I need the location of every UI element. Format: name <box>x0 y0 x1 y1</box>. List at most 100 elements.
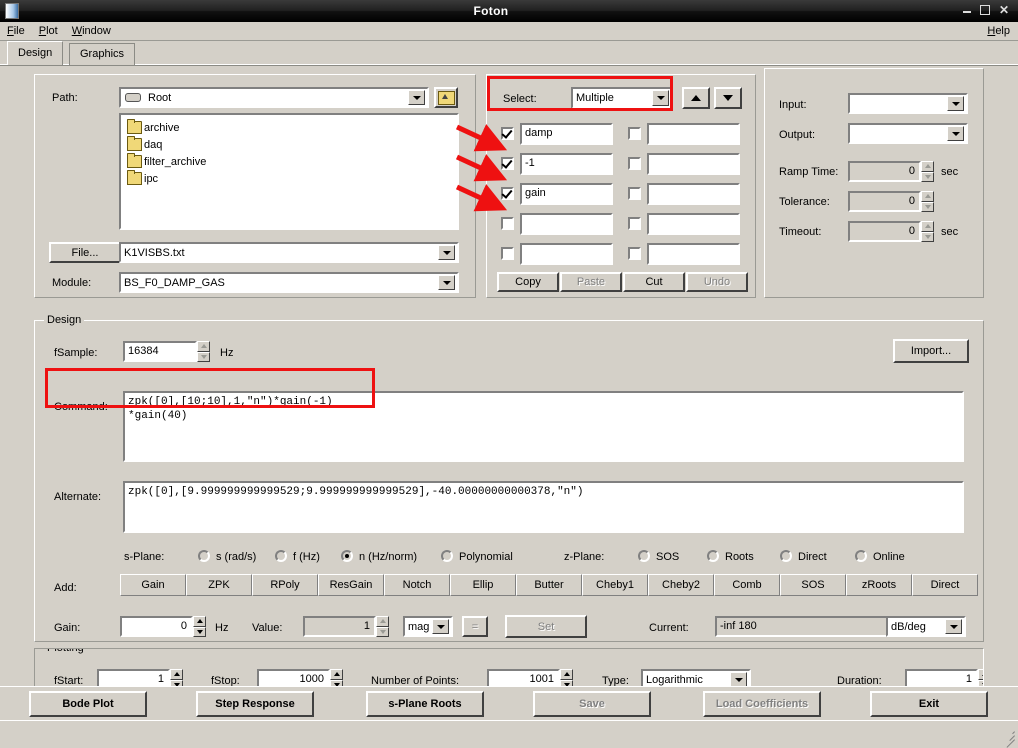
path-combo[interactable]: Root <box>119 87 429 108</box>
row-checkbox-3-right[interactable] <box>628 187 641 200</box>
add-comb-button[interactable]: Comb <box>714 574 780 596</box>
file-button[interactable]: File... <box>49 242 121 263</box>
tab-graphics[interactable]: Graphics <box>69 43 135 65</box>
directory-listbox[interactable]: archive daq filter_archive ipc <box>119 113 459 230</box>
radio-sos[interactable] <box>638 550 650 562</box>
row-checkbox-5-left[interactable] <box>501 247 514 260</box>
add-notch-button[interactable]: Notch <box>384 574 450 596</box>
row-checkbox-2-right[interactable] <box>628 157 641 170</box>
row-field-2-right[interactable] <box>647 153 740 175</box>
radio-online[interactable] <box>855 550 867 562</box>
add-gain-button[interactable]: Gain <box>120 574 186 596</box>
command-textarea[interactable]: zpk([0],[10;10],1,"n")*gain(-1) *gain(40… <box>123 391 964 462</box>
add-zpk-button[interactable]: ZPK <box>186 574 252 596</box>
value-unit-combo[interactable]: mag <box>403 616 453 637</box>
chevron-down-icon[interactable] <box>438 275 455 290</box>
row-field-5-right[interactable] <box>647 243 740 265</box>
select-combo[interactable]: Multiple <box>571 87 673 109</box>
row-checkbox-1-right[interactable] <box>628 127 641 140</box>
row-field-4-left[interactable] <box>520 213 613 235</box>
row-checkbox-3-left[interactable] <box>501 187 514 200</box>
radio-n-hznorm[interactable] <box>341 550 353 562</box>
input-combo[interactable] <box>848 93 968 114</box>
row-field-5-left[interactable] <box>520 243 613 265</box>
import-button[interactable]: Import... <box>893 339 969 363</box>
list-item[interactable]: daq <box>127 136 457 153</box>
radio-f-hz[interactable] <box>275 550 287 562</box>
up-folder-button[interactable] <box>434 87 458 108</box>
file-combo[interactable]: K1VISBS.txt <box>119 242 459 263</box>
exit-button[interactable]: Exit <box>870 691 988 717</box>
chevron-down-icon[interactable] <box>945 619 962 634</box>
add-rpoly-button[interactable]: RPoly <box>252 574 318 596</box>
tab-design[interactable]: Design <box>7 41 63 65</box>
chevron-down-icon[interactable] <box>652 90 669 106</box>
row-checkbox-4-right[interactable] <box>628 217 641 230</box>
add-resgain-button[interactable]: ResGain <box>318 574 384 596</box>
ramp-time-field[interactable]: 0 <box>848 161 921 182</box>
add-butter-button[interactable]: Butter <box>516 574 582 596</box>
cut-button[interactable]: Cut <box>623 272 685 292</box>
scroll-up-button[interactable] <box>682 87 710 109</box>
timeout-field[interactable]: 0 <box>848 221 921 242</box>
list-item[interactable]: archive <box>127 119 457 136</box>
radio-direct[interactable] <box>780 550 792 562</box>
add-cheby1-button[interactable]: Cheby1 <box>582 574 648 596</box>
tolerance-stepper[interactable] <box>921 191 934 212</box>
menu-window[interactable]: Window <box>65 25 118 37</box>
output-combo[interactable] <box>848 123 968 144</box>
radio-s-rads[interactable] <box>198 550 210 562</box>
row-checkbox-4-left[interactable] <box>501 217 514 230</box>
copy-button[interactable]: Copy <box>497 272 559 292</box>
minimize-button[interactable] <box>963 5 971 17</box>
radio-roots[interactable] <box>707 550 719 562</box>
maximize-button[interactable] <box>980 5 990 17</box>
chevron-down-icon[interactable] <box>947 96 964 111</box>
row-field-2-left[interactable]: -1 <box>520 153 613 175</box>
list-item[interactable]: filter_archive <box>127 153 457 170</box>
value-field[interactable]: 1 <box>303 616 376 637</box>
bode-plot-button[interactable]: Bode Plot <box>29 691 147 717</box>
ramp-time-stepper[interactable] <box>921 161 934 182</box>
chevron-down-icon[interactable] <box>438 245 455 260</box>
add-zroots-button[interactable]: zRoots <box>846 574 912 596</box>
resize-grip-icon[interactable] <box>1003 728 1015 740</box>
row-checkbox-2-left[interactable] <box>501 157 514 170</box>
alternate-textarea[interactable]: zpk([0],[9.999999999999529;9.99999999999… <box>123 481 964 533</box>
menu-file[interactable]: FFileile <box>0 25 32 37</box>
select-value: Multiple <box>573 92 650 104</box>
add-sos-button[interactable]: SOS <box>780 574 846 596</box>
row-field-3-left[interactable]: gain <box>520 183 613 205</box>
row-field-4-right[interactable] <box>647 213 740 235</box>
menu-plot[interactable]: Plot <box>32 25 65 37</box>
row-field-3-right[interactable] <box>647 183 740 205</box>
row-field-1-left[interactable]: damp <box>520 123 613 145</box>
row-checkbox-5-right[interactable] <box>628 247 641 260</box>
add-direct-button[interactable]: Direct <box>912 574 978 596</box>
current-units-text: dB/deg <box>888 621 943 633</box>
chevron-down-icon[interactable] <box>730 672 747 687</box>
tolerance-field[interactable]: 0 <box>848 191 921 212</box>
chevron-down-icon[interactable] <box>432 619 449 634</box>
list-item[interactable]: ipc <box>127 170 457 187</box>
chevron-down-icon[interactable] <box>408 90 425 105</box>
gain-stepper[interactable] <box>193 616 206 637</box>
menu-help[interactable]: Help <box>980 25 1018 37</box>
s-plane-roots-button[interactable]: s-Plane Roots <box>366 691 484 717</box>
scroll-down-button[interactable] <box>714 87 742 109</box>
undo-button: Undo <box>686 272 748 292</box>
timeout-stepper[interactable] <box>921 221 934 242</box>
current-field[interactable]: -inf 180 <box>715 616 895 637</box>
step-response-button[interactable]: Step Response <box>196 691 314 717</box>
row-checkbox-1-left[interactable] <box>501 127 514 140</box>
add-ellip-button[interactable]: Ellip <box>450 574 516 596</box>
row-field-1-right[interactable] <box>647 123 740 145</box>
chevron-down-icon[interactable] <box>947 126 964 141</box>
add-cheby2-button[interactable]: Cheby2 <box>648 574 714 596</box>
gain-field[interactable]: 0 <box>120 616 193 637</box>
close-button[interactable]: ✕ <box>999 5 1009 17</box>
module-combo[interactable]: BS_F0_DAMP_GAS <box>119 272 459 293</box>
radio-polynomial[interactable] <box>441 550 453 562</box>
fsample-field[interactable]: 16384 <box>123 341 197 362</box>
current-units-combo[interactable]: dB/deg <box>886 616 966 637</box>
